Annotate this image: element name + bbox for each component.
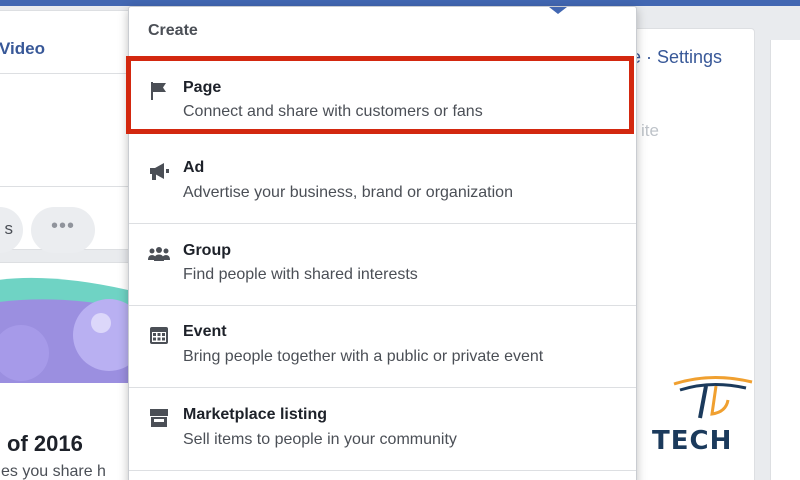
composer-option-label: s	[4, 219, 14, 238]
highlight-box	[126, 56, 634, 134]
menu-item-description: Sell items to people in your community	[183, 431, 457, 448]
brand-text: TECH	[652, 426, 733, 456]
memories-title: of 2016	[7, 431, 83, 456]
memories-illustration	[0, 263, 139, 383]
menu-item-marketplace-listing[interactable]: Marketplace listing Sell items to people…	[129, 389, 636, 471]
divider	[0, 73, 141, 74]
menu-item-title: Group	[183, 242, 231, 259]
menu-item-title: Event	[183, 323, 227, 340]
menu-item-title: Ad	[183, 159, 205, 176]
tech-logo-watermark: TECH	[648, 372, 768, 456]
group-icon	[147, 242, 171, 266]
composer-card: Video s •••	[0, 10, 141, 253]
menu-item-event[interactable]: Event Bring people together with a publi…	[129, 306, 636, 388]
memories-subtitle: es you share h	[1, 463, 106, 480]
megaphone-icon	[147, 159, 171, 183]
menu-header: Create	[148, 22, 198, 39]
more-options-button[interactable]: •••	[31, 207, 95, 253]
menu-item-description: Advertise your business, brand or organi…	[183, 184, 513, 201]
menu-item-group[interactable]: Group Find people with shared interests	[129, 224, 636, 306]
faint-text: ite	[641, 121, 659, 140]
dropdown-caret	[549, 7, 567, 14]
tech-logo-icon	[673, 375, 753, 419]
storefront-icon	[147, 406, 171, 430]
composer-option-button[interactable]: s	[0, 207, 23, 253]
video-tab[interactable]: Video	[0, 39, 45, 59]
menu-item-ad[interactable]: Ad Advertise your business, brand or org…	[129, 142, 636, 224]
menu-item-title: Marketplace listing	[183, 406, 328, 423]
divider	[0, 186, 141, 187]
calendar-icon	[147, 323, 171, 347]
settings-link[interactable]: e · Settings	[631, 47, 722, 68]
memories-card: of 2016 es you share h	[0, 262, 140, 480]
right-edge-panel	[770, 40, 800, 480]
menu-item-description: Bring people together with a public or p…	[183, 348, 544, 365]
menu-item-description: Find people with shared interests	[183, 266, 418, 283]
more-icon: •••	[50, 215, 75, 237]
